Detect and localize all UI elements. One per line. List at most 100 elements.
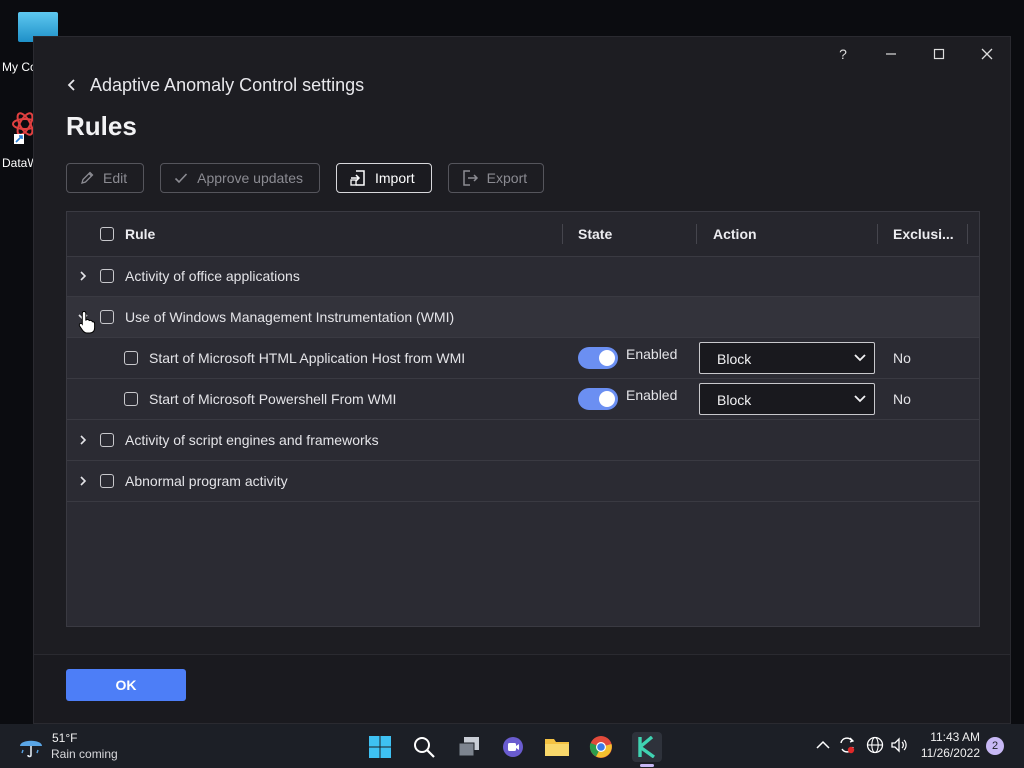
back-arrow-icon[interactable] <box>64 77 80 93</box>
rule-label: Start of Microsoft HTML Application Host… <box>149 350 466 366</box>
page-title: Rules <box>66 111 137 141</box>
sync-icon <box>840 737 855 754</box>
rule-checkbox[interactable] <box>100 474 114 488</box>
breadcrumb-title: Adaptive Anomaly Control settings <box>90 74 365 95</box>
select-all-checkbox[interactable] <box>100 227 114 241</box>
edit-button[interactable]: Edit <box>66 163 145 193</box>
rule-group-label: Activity of script engines and framework… <box>125 432 379 448</box>
table-header: Rule State Action Exclusi... <box>67 212 979 257</box>
rule-checkbox[interactable] <box>124 392 138 406</box>
rule-group-label: Activity of office applications <box>125 268 300 284</box>
chevron-right-icon[interactable] <box>77 270 89 282</box>
sync-status-button[interactable] <box>838 736 856 754</box>
state-label: Enabled <box>626 346 678 362</box>
clock[interactable]: 11:43 AM 11/26/2022 <box>921 729 980 761</box>
export-label: Export <box>486 170 528 186</box>
show-hidden-icons-button[interactable] <box>814 736 832 754</box>
globe-icon <box>866 736 884 754</box>
footer: OK <box>34 654 1010 723</box>
chevron-up-icon <box>816 740 830 749</box>
column-header-rule[interactable]: Rule <box>125 212 155 256</box>
kaspersky-icon <box>638 736 655 758</box>
table-row[interactable]: Activity of script engines and framework… <box>67 420 979 461</box>
maximize-icon <box>933 48 945 60</box>
rule-checkbox[interactable] <box>124 351 138 365</box>
minimize-button[interactable] <box>876 43 906 65</box>
rule-group-label: Abnormal program activity <box>125 473 288 489</box>
rule-checkbox[interactable] <box>100 310 114 324</box>
approve-updates-button[interactable]: Approve updates <box>160 163 320 193</box>
import-label: Import <box>374 170 415 186</box>
file-explorer-button[interactable] <box>544 734 570 760</box>
column-header-action[interactable]: Action <box>713 212 757 256</box>
ok-button[interactable]: OK <box>66 669 186 701</box>
speaker-icon <box>891 737 907 753</box>
table-row[interactable]: Abnormal program activity <box>67 461 979 502</box>
umbrella-icon <box>20 740 42 758</box>
table-row[interactable]: Use of Windows Management Instrumentatio… <box>67 297 979 338</box>
chrome-icon <box>589 736 612 758</box>
checkmark-icon <box>175 173 188 184</box>
table-row[interactable]: Start of Microsoft HTML Application Host… <box>67 338 979 379</box>
action-select[interactable]: Block <box>699 342 875 374</box>
chat-button[interactable] <box>500 734 526 760</box>
import-button[interactable]: Import <box>335 163 432 193</box>
export-icon <box>462 170 478 186</box>
titlebar: ? <box>34 37 1010 69</box>
pencil-icon <box>81 171 94 184</box>
rule-group-label: Use of Windows Management Instrumentatio… <box>125 309 455 325</box>
windows-logo-icon <box>369 736 391 758</box>
action-select-value: Block <box>717 351 752 367</box>
active-app-indicator <box>640 764 654 767</box>
desktop-icon-label: DataWorks <box>2 156 34 170</box>
rule-checkbox[interactable] <box>100 433 114 447</box>
minimize-icon <box>886 53 896 55</box>
settings-window: ? Adaptive Anomaly Control settings Rule… <box>33 36 1011 724</box>
kaspersky-button[interactable] <box>632 732 662 762</box>
breadcrumb[interactable]: Adaptive Anomaly Control settings <box>64 73 364 97</box>
help-button[interactable]: ? <box>828 43 858 65</box>
close-icon <box>981 48 993 60</box>
notification-badge[interactable]: 2 <box>986 737 1004 755</box>
chrome-button[interactable] <box>588 734 614 760</box>
taskbar: 51°F Rain coming 11:43 AM 11/26/2022 2 <box>0 724 1024 768</box>
exclusions-value: No <box>893 391 911 407</box>
clock-date: 11/26/2022 <box>920 746 980 760</box>
clock-time: 11:43 AM <box>930 730 980 744</box>
network-button[interactable] <box>866 736 884 754</box>
maximize-button[interactable] <box>924 43 954 65</box>
weather-desc: Rain coming <box>51 747 118 761</box>
task-view-icon <box>458 737 479 757</box>
chevron-down-icon <box>854 395 866 403</box>
state-toggle[interactable] <box>578 388 618 410</box>
toolbar: Edit Approve updates Import Export <box>66 163 560 195</box>
search-button[interactable] <box>411 734 437 760</box>
desktop-icon-label: My Computer <box>2 60 34 74</box>
state-toggle[interactable] <box>578 347 618 369</box>
search-icon <box>414 737 435 758</box>
import-icon <box>350 170 365 186</box>
column-header-state[interactable]: State <box>578 212 612 256</box>
hand-cursor-icon <box>78 310 96 334</box>
column-header-exclusions[interactable]: Exclusi... <box>893 212 954 256</box>
edit-label: Edit <box>103 170 128 186</box>
chevron-down-icon <box>854 354 866 362</box>
rule-label: Start of Microsoft Powershell From WMI <box>149 391 397 407</box>
table-row[interactable]: Activity of office applications <box>67 256 979 297</box>
state-label: Enabled <box>626 387 678 403</box>
volume-button[interactable] <box>890 736 908 754</box>
chevron-right-icon[interactable] <box>77 475 89 487</box>
rules-table: Rule State Action Exclusi... Activity of… <box>66 211 980 627</box>
start-button[interactable] <box>367 734 393 760</box>
close-button[interactable] <box>972 43 1002 65</box>
action-select[interactable]: Block <box>699 383 875 415</box>
rule-checkbox[interactable] <box>100 269 114 283</box>
weather-temp: 51°F <box>52 731 78 745</box>
table-row[interactable]: Start of Microsoft Powershell From WMI E… <box>67 379 979 420</box>
chat-icon <box>503 737 523 757</box>
exclusions-value: No <box>893 350 911 366</box>
export-button[interactable]: Export <box>447 163 545 193</box>
task-view-button[interactable] <box>456 734 482 760</box>
chevron-right-icon[interactable] <box>77 434 89 446</box>
approve-updates-label: Approve updates <box>197 170 303 186</box>
